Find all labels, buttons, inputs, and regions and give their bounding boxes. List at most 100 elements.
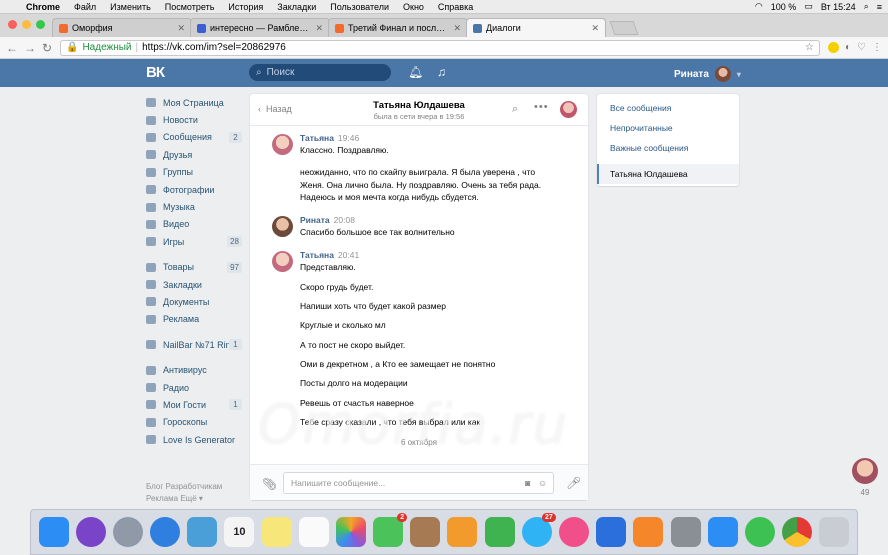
finder-icon[interactable] xyxy=(38,517,69,547)
facetime-icon[interactable]: 2 xyxy=(373,513,408,547)
browser-tab-active[interactable]: Диалоги ✕ xyxy=(466,18,606,37)
sidebar-item-photos[interactable]: Фотографии xyxy=(146,181,242,198)
browser-tab[interactable]: Оморфия ✕ xyxy=(52,18,192,37)
user-menu[interactable]: Рината ▾ xyxy=(674,66,741,82)
browser-tab[interactable]: интересно — Рамблер/почта ✕ xyxy=(190,18,330,37)
author-name[interactable]: Татьяна xyxy=(300,250,334,260)
reminders-icon[interactable] xyxy=(298,517,329,547)
forward-arrow-icon[interactable]: → xyxy=(24,41,36,55)
heart-icon[interactable]: ♡ xyxy=(857,42,866,53)
avatar[interactable] xyxy=(272,216,293,238)
sidebar-item-messages[interactable]: Сообщения 2 xyxy=(146,129,242,146)
message-input[interactable]: Напишите сообщение... ◙ ☺ xyxy=(283,472,554,494)
battery-icon[interactable]: ▭ xyxy=(804,1,813,12)
battery-percent[interactable]: 100 % xyxy=(771,2,797,12)
chrome-icon[interactable] xyxy=(782,517,813,547)
calendar-icon[interactable]: 10 xyxy=(224,517,255,547)
search-icon[interactable]: ⌕ xyxy=(512,103,518,116)
system-preferences-icon[interactable] xyxy=(670,517,701,547)
close-window-button[interactable] xyxy=(8,20,17,29)
sidebar-item-music[interactable]: Музыка xyxy=(146,198,242,215)
message-author[interactable]: Татьяна 19:46 xyxy=(300,132,588,144)
filter-all-messages[interactable]: Все сообщения xyxy=(597,98,739,118)
apple-icon[interactable] xyxy=(6,2,16,12)
sidebar-item-app[interactable]: Радио xyxy=(146,379,242,396)
minimize-window-button[interactable] xyxy=(22,20,31,29)
sidebar-item-goods[interactable]: Товары 97 xyxy=(146,259,242,276)
sidebar-item-news[interactable]: Новости xyxy=(146,111,242,128)
menu-chrome[interactable]: Chrome xyxy=(26,2,60,12)
microphone-icon[interactable]: 🎤︎ xyxy=(566,476,581,490)
filter-unread[interactable]: Непрочитанные xyxy=(597,118,739,138)
close-icon[interactable]: ✕ xyxy=(315,23,323,34)
photo-viewer-icon[interactable] xyxy=(187,517,218,547)
sidebar-item-my-page[interactable]: Моя Страница xyxy=(146,94,242,111)
whatsapp-icon[interactable] xyxy=(744,517,775,547)
close-icon[interactable]: ✕ xyxy=(591,23,599,34)
photos-icon[interactable] xyxy=(335,517,366,547)
address-bar[interactable]: 🔒 Надежный | https://vk.com/im?sel=20862… xyxy=(60,39,820,56)
message-author[interactable]: Татьяна 20:41 xyxy=(300,249,588,261)
extension-icon[interactable] xyxy=(827,42,839,53)
camera-icon[interactable]: ◙ xyxy=(525,478,530,488)
menu-people[interactable]: Пользователи xyxy=(330,2,389,12)
sidebar-item-app[interactable]: Love Is Generator xyxy=(146,431,242,448)
numbers-icon[interactable] xyxy=(484,517,515,547)
sidebar-item-documents[interactable]: Документы xyxy=(146,293,242,310)
notes-icon[interactable] xyxy=(261,517,292,547)
author-name[interactable]: Рината xyxy=(300,215,330,225)
menu-file[interactable]: Файл xyxy=(74,2,96,12)
wifi-icon[interactable]: ◠ xyxy=(755,1,763,12)
siri-icon[interactable] xyxy=(75,517,106,547)
sidebar-item-ads[interactable]: Реклама xyxy=(146,311,242,328)
vk-logo[interactable]: ВК xyxy=(146,64,165,81)
emoji-icon[interactable]: ☺ xyxy=(538,478,547,488)
footer-links[interactable]: Реклама Ещё ▾ xyxy=(146,493,242,505)
bookmark-star-icon[interactable]: ☆ xyxy=(805,42,814,53)
contacts-icon[interactable] xyxy=(410,517,441,547)
avatar[interactable] xyxy=(272,134,293,155)
sidebar-item-groups[interactable]: Группы xyxy=(146,164,242,181)
menu-history[interactable]: История xyxy=(228,2,263,12)
sidebar-item-video[interactable]: Видео xyxy=(146,216,242,233)
filter-important[interactable]: Важные сообщения xyxy=(597,138,739,158)
sidebar-item-app[interactable]: Гороскопы xyxy=(146,414,242,431)
keynote-icon[interactable] xyxy=(596,517,627,547)
launchpad-icon[interactable] xyxy=(112,517,143,547)
ibooks-icon[interactable] xyxy=(633,517,664,547)
avatar[interactable] xyxy=(272,251,293,273)
zoom-window-button[interactable] xyxy=(36,20,45,29)
app-store-icon[interactable] xyxy=(707,517,738,547)
avatar[interactable] xyxy=(852,458,878,484)
paperclip-icon[interactable]: 📎︎ xyxy=(262,477,277,491)
avatar[interactable] xyxy=(560,101,577,118)
safari-icon[interactable] xyxy=(150,517,181,547)
close-icon[interactable]: ✕ xyxy=(453,23,461,34)
back-arrow-icon[interactable]: ← xyxy=(6,41,18,55)
sidebar-item-group-link[interactable]: NailBar №71 Rin…1 xyxy=(146,336,242,353)
message-author[interactable]: Рината 20:08 xyxy=(300,214,588,226)
sidebar-item-games[interactable]: Игры 28 xyxy=(146,233,242,250)
menu-list-icon[interactable]: ≡ xyxy=(877,2,882,12)
extension-icon[interactable]: ◐ xyxy=(845,42,851,53)
reload-icon[interactable]: ↻ xyxy=(42,41,52,55)
music-icon[interactable]: ♫ xyxy=(437,65,446,79)
new-tab-button[interactable] xyxy=(609,21,639,35)
online-friends-widget[interactable]: 49 xyxy=(850,458,880,497)
sidebar-item-friends[interactable]: Друзья xyxy=(146,146,242,163)
messages-icon[interactable]: 27 xyxy=(521,513,556,547)
itunes-icon[interactable] xyxy=(558,517,589,547)
menu-window[interactable]: Окно xyxy=(403,2,424,12)
sidebar-item-bookmarks[interactable]: Закладки xyxy=(146,276,242,293)
browser-tab[interactable]: Третий Финал и последний - ✕ xyxy=(328,18,468,37)
bell-icon[interactable]: 🔔︎ xyxy=(408,65,423,79)
sidebar-item-app[interactable]: Мои Гости 1 xyxy=(146,396,242,413)
active-dialog[interactable]: Татьяна Юлдашева xyxy=(597,164,739,184)
chrome-menu-icon[interactable]: ⋮ xyxy=(872,42,882,53)
menu-bookmarks[interactable]: Закладки xyxy=(277,2,316,12)
menu-view[interactable]: Посмотреть xyxy=(165,2,215,12)
menu-edit[interactable]: Изменить xyxy=(110,2,151,12)
more-icon[interactable]: ••• xyxy=(534,101,549,113)
search-icon[interactable]: ⌕ xyxy=(864,1,869,12)
author-name[interactable]: Татьяна xyxy=(300,133,334,143)
